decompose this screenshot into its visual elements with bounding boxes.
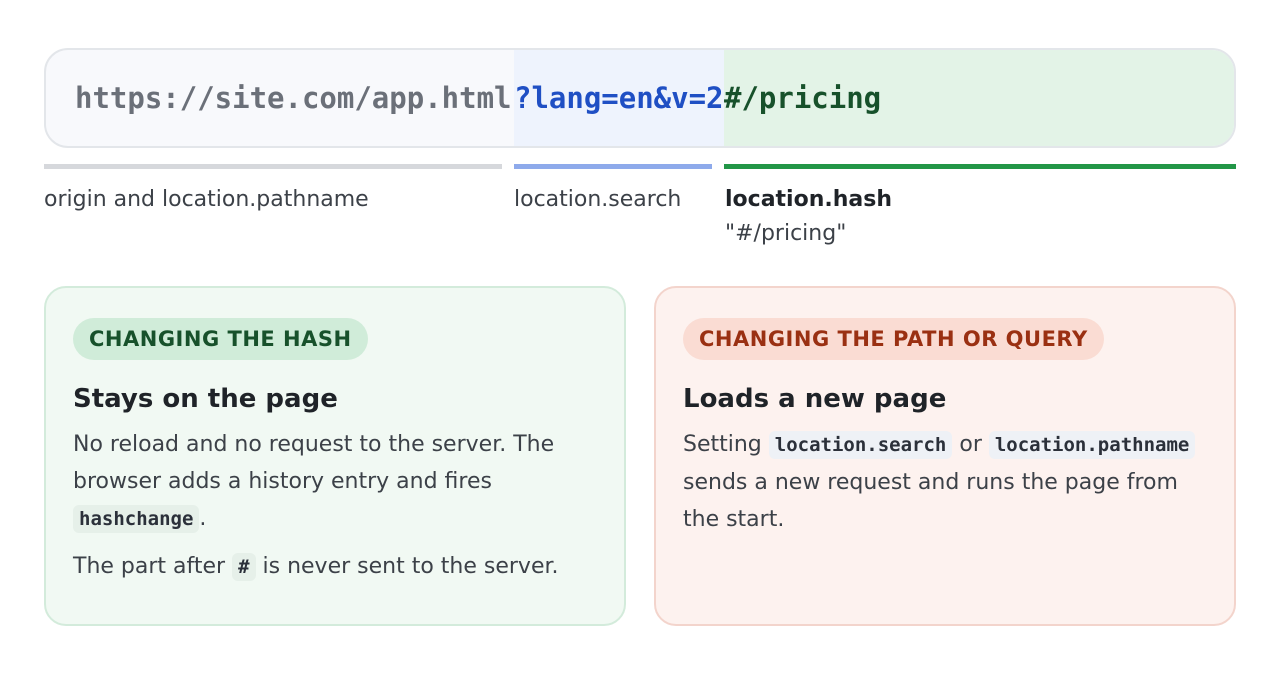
- origin-path-label: origin and location.pathname: [44, 187, 369, 212]
- path-card-p1-text-2: or: [952, 432, 989, 457]
- hash-label-value: "#/pricing": [725, 221, 847, 246]
- hash-card-paragraph-2: The part after # is never sent to the se…: [73, 548, 597, 586]
- hash-card-badge: CHANGING THE HASH: [73, 318, 368, 360]
- hash-card-p1-text-1: No reload and no request to the server. …: [73, 432, 555, 494]
- url-origin-path-text: https://site.com/app.html: [75, 81, 512, 115]
- hash-card-title: Stays on the page: [73, 384, 338, 414]
- location-pathname-code: location.pathname: [988, 431, 1196, 459]
- hash-underline-bar: [724, 164, 1236, 169]
- url-search-text: ?lang=en&v=2: [514, 81, 724, 115]
- path-card-paragraph-1: Setting location.search or location.path…: [683, 426, 1207, 538]
- location-search-code: location.search: [768, 431, 953, 459]
- search-underline-bar: [514, 164, 712, 169]
- hash-label-name: location.hash: [725, 187, 892, 212]
- url-search-segment: ?lang=en&v=2: [514, 50, 724, 146]
- hash-label: location.hash "#/pricing": [725, 185, 892, 249]
- url-hash-text: #/pricing: [724, 81, 882, 115]
- url-origin-segment: https://site.com/app.html: [46, 50, 514, 146]
- url-hash-segment: #/pricing: [724, 50, 1234, 146]
- hash-card-p1-text-2: .: [199, 506, 207, 531]
- hash-symbol-code: #: [232, 553, 256, 581]
- hash-card-p2-text-1: The part after: [73, 554, 233, 579]
- hash-card-paragraph-1: No reload and no request to the server. …: [73, 426, 597, 538]
- hash-change-card: CHANGING THE HASH Stays on the page No r…: [44, 286, 626, 626]
- path-card-p1-text-1: Setting: [683, 432, 769, 457]
- path-change-card: CHANGING THE PATH OR QUERY Loads a new p…: [654, 286, 1236, 626]
- hashchange-code: hashchange: [73, 505, 200, 533]
- path-card-title: Loads a new page: [683, 384, 947, 414]
- hash-card-p2-text-2: is never sent to the server.: [255, 554, 559, 579]
- search-label: location.search: [514, 187, 682, 212]
- path-card-badge: CHANGING THE PATH OR QUERY: [683, 318, 1104, 360]
- url-bar: https://site.com/app.html ?lang=en&v=2 #…: [44, 48, 1236, 148]
- path-card-p1-text-3: sends a new request and runs the page fr…: [683, 470, 1178, 532]
- origin-underline-bar: [44, 164, 502, 169]
